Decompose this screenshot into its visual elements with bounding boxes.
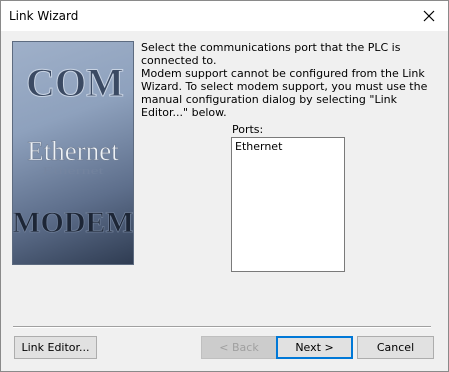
window-title: Link Wizard: [9, 9, 79, 23]
modem-note-text: Modem support cannot be configured from …: [141, 67, 428, 119]
banner-ethernet-text: Ethernet: [27, 136, 119, 166]
banner-ethernet-shadow: Ethernet: [43, 165, 105, 177]
link-editor-button[interactable]: Link Editor...: [14, 336, 97, 359]
close-icon: [423, 10, 435, 22]
banner-com-text: COM: [26, 60, 124, 105]
ports-label: Ports:: [232, 123, 264, 136]
back-button[interactable]: < Back: [201, 336, 277, 359]
cancel-button[interactable]: Cancel: [357, 336, 434, 359]
wizard-banner-image: COM Ethernet Ethernet MODEM: [12, 41, 134, 265]
ports-listbox[interactable]: Ethernet: [231, 137, 345, 272]
close-button[interactable]: [410, 1, 448, 31]
port-item-ethernet[interactable]: Ethernet: [232, 138, 344, 156]
link-wizard-dialog: Link Wizard COM Ethernet Ethernet MODEM …: [0, 0, 449, 372]
instruction-text: Select the communications port that the …: [141, 41, 401, 67]
next-button[interactable]: Next >: [276, 336, 353, 359]
title-bar: Link Wizard: [1, 1, 448, 31]
banner-modem-text: MODEM: [13, 206, 133, 239]
separator-line: [13, 326, 431, 328]
